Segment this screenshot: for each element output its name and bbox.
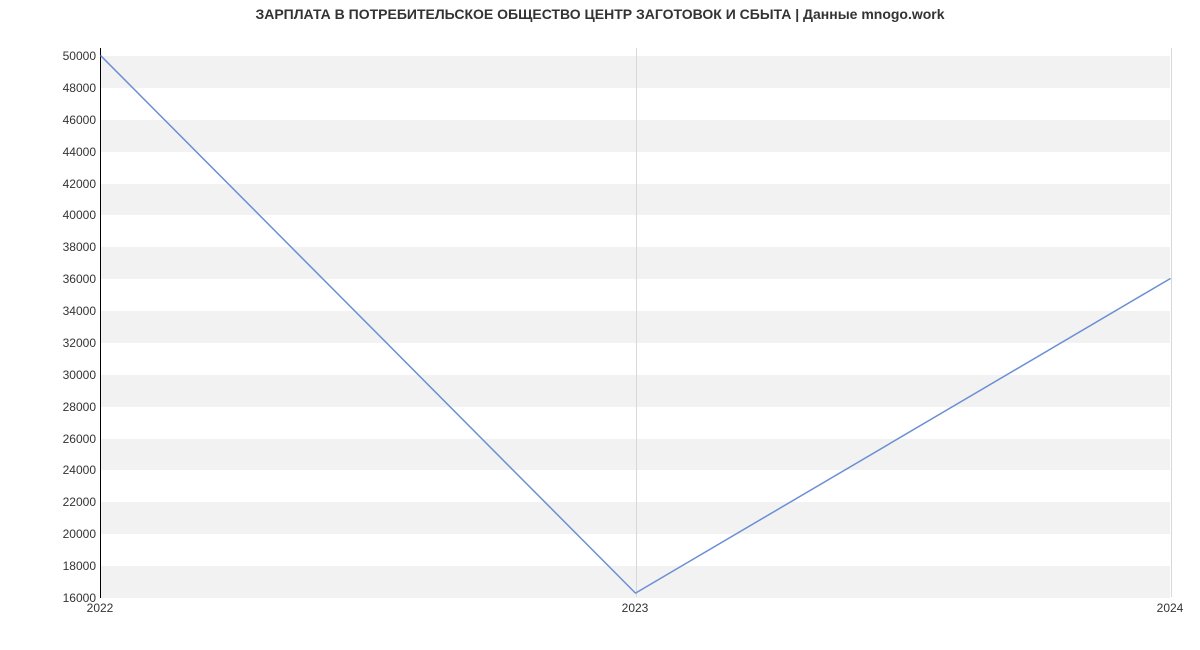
y-tick-label: 42000 [6, 178, 96, 190]
x-tick-label: 2022 [87, 602, 114, 614]
y-tick-label: 32000 [6, 337, 96, 349]
grid-line-vertical [1171, 48, 1172, 597]
y-tick-label: 46000 [6, 114, 96, 126]
y-tick-label: 38000 [6, 241, 96, 253]
chart-title: ЗАРПЛАТА В ПОТРЕБИТЕЛЬСКОЕ ОБЩЕСТВО ЦЕНТ… [0, 6, 1200, 22]
y-tick-label: 30000 [6, 369, 96, 381]
y-tick-label: 22000 [6, 496, 96, 508]
y-tick-label: 28000 [6, 401, 96, 413]
y-tick-label: 50000 [6, 50, 96, 62]
line-layer [101, 48, 1170, 597]
chart-container: ЗАРПЛАТА В ПОТРЕБИТЕЛЬСКОЕ ОБЩЕСТВО ЦЕНТ… [0, 0, 1200, 650]
y-tick-label: 40000 [6, 209, 96, 221]
series-line [101, 56, 1170, 593]
y-tick-label: 24000 [6, 464, 96, 476]
y-tick-label: 18000 [6, 560, 96, 572]
y-tick-label: 20000 [6, 528, 96, 540]
y-tick-label: 34000 [6, 305, 96, 317]
x-tick-label: 2024 [1157, 602, 1184, 614]
y-tick-label: 36000 [6, 273, 96, 285]
y-tick-label: 16000 [6, 592, 96, 604]
x-tick-label: 2023 [622, 602, 649, 614]
y-tick-label: 44000 [6, 146, 96, 158]
y-tick-label: 26000 [6, 433, 96, 445]
y-tick-label: 48000 [6, 82, 96, 94]
plot-area [100, 48, 1170, 598]
